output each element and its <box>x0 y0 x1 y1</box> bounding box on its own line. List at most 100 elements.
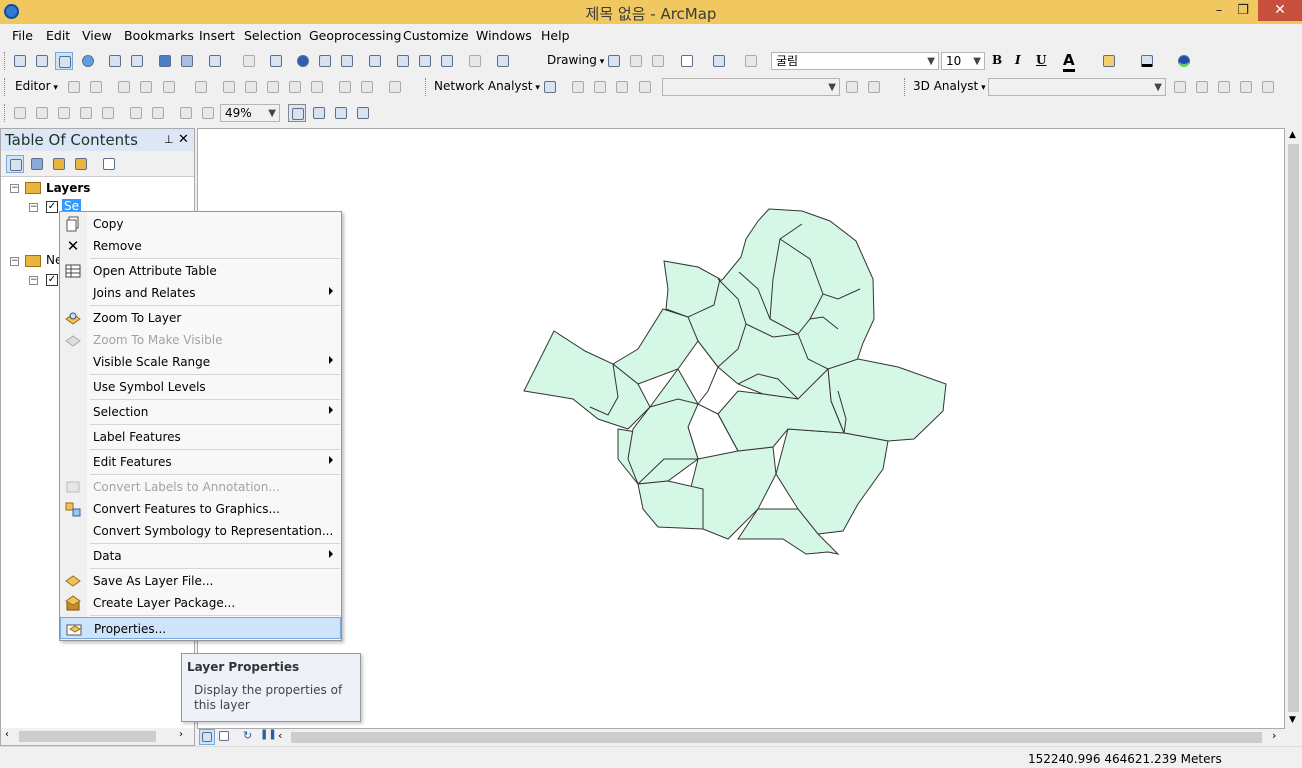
menu-item-create-layer-package[interactable]: Create Layer Package... <box>60 592 341 614</box>
edit-tool-icon[interactable] <box>65 78 83 96</box>
font-name-select[interactable]: 굴림 ▼ <box>771 52 939 70</box>
toc-horizontal-scrollbar[interactable]: ‹ › <box>1 728 194 745</box>
menu-item-convert-symbology-to-representation[interactable]: Convert Symbology to Representation... <box>60 520 341 542</box>
menu-item-label-features[interactable]: Label Features <box>60 426 341 448</box>
scroll-thumb[interactable] <box>1288 144 1299 712</box>
collapse-layer-toggle[interactable]: − <box>29 276 38 285</box>
toc-options-icon[interactable] <box>100 155 118 173</box>
attributes-icon[interactable] <box>336 78 354 96</box>
interpolate-line-icon[interactable] <box>1237 78 1255 96</box>
marker-color-icon[interactable] <box>1175 52 1193 70</box>
forward-extent-icon[interactable] <box>178 52 196 70</box>
menu-item-open-attribute-table[interactable]: Open Attribute Table <box>60 260 341 282</box>
menu-item-save-as-layer-file[interactable]: Save As Layer File... <box>60 570 341 592</box>
line-of-sight-icon[interactable] <box>1215 78 1233 96</box>
scroll-thumb[interactable] <box>291 732 1262 743</box>
edit-vertices-icon[interactable] <box>220 78 238 96</box>
scroll-down-icon[interactable]: ▼ <box>1289 715 1296 725</box>
underline-button[interactable]: U <box>1036 53 1046 67</box>
split-icon[interactable] <box>286 78 304 96</box>
straight-segment-icon[interactable] <box>115 78 133 96</box>
collapse-group-toggle[interactable]: − <box>10 257 19 266</box>
zoom-out-icon[interactable] <box>33 52 51 70</box>
menu-item-use-symbol-levels[interactable]: Use Symbol Levels <box>60 376 341 398</box>
list-by-visibility-icon[interactable] <box>50 155 68 173</box>
solve-icon[interactable] <box>613 78 631 96</box>
scroll-thumb[interactable] <box>19 731 156 742</box>
toolbar-grip[interactable] <box>4 52 7 70</box>
create-network-location-icon[interactable] <box>569 78 587 96</box>
select-elements-arrow-icon[interactable] <box>605 52 623 70</box>
list-by-selection-icon[interactable] <box>72 155 90 173</box>
restore-button[interactable]: ❐ <box>1231 2 1255 20</box>
sketch-properties-icon[interactable] <box>358 78 376 96</box>
zoom-100-icon[interactable] <box>77 104 95 122</box>
zoom-in-icon[interactable] <box>11 52 29 70</box>
seoul-district-map[interactable] <box>198 129 1286 730</box>
clear-selection-icon[interactable] <box>240 52 258 70</box>
data-driven-pages-icon[interactable] <box>354 104 372 122</box>
menu-item-convert-features-to-graphics[interactable]: Convert Features to Graphics... <box>60 498 341 520</box>
refresh-icon[interactable]: ↻ <box>243 729 252 742</box>
menu-item-zoom-to-layer[interactable]: Zoom To Layer <box>60 307 341 329</box>
hyperlink-icon[interactable] <box>316 52 334 70</box>
menu-windows[interactable]: Windows <box>476 28 532 43</box>
select-move-network-icon[interactable] <box>591 78 609 96</box>
font-color-button[interactable]: A <box>1063 51 1075 72</box>
select-features-icon[interactable] <box>206 52 224 70</box>
editor-menu[interactable]: Editor ▾ <box>15 79 58 93</box>
data-frame-layers[interactable]: Layers <box>46 181 90 195</box>
toolbar-grip[interactable] <box>4 78 7 96</box>
scroll-left-icon[interactable]: ‹ <box>278 729 282 742</box>
menu-item-properties[interactable]: Properties... <box>60 617 341 639</box>
menu-geoprocessing[interactable]: Geoprocessing <box>309 28 401 43</box>
menu-help[interactable]: Help <box>541 28 570 43</box>
layout-view-icon[interactable] <box>217 729 233 745</box>
network-analyst-menu[interactable]: Network Analyst ▾ <box>434 79 540 93</box>
menu-item-selection[interactable]: Selection <box>60 401 341 423</box>
pan-icon[interactable] <box>55 52 73 70</box>
layout-fixed-zoom-out-icon[interactable] <box>127 104 145 122</box>
zoom-whole-page-icon[interactable] <box>649 52 667 70</box>
find-route-icon[interactable] <box>416 52 434 70</box>
reshape-icon[interactable] <box>242 78 260 96</box>
rectangle-icon[interactable] <box>678 52 696 70</box>
layout-pan-icon[interactable] <box>55 104 73 122</box>
menu-file[interactable]: File <box>12 28 33 43</box>
select-elements-icon[interactable] <box>267 52 285 70</box>
toolbar-grip[interactable] <box>904 78 907 96</box>
layout-whole-page-icon[interactable] <box>149 104 167 122</box>
menu-item-convert-labels-to-annotation[interactable]: Convert Labels to Annotation... <box>60 476 341 498</box>
end-point-arc-icon[interactable] <box>137 78 155 96</box>
drawing-menu[interactable]: Drawing ▾ <box>547 53 604 67</box>
toolbar-grip[interactable] <box>425 78 428 96</box>
menu-bookmarks[interactable]: Bookmarks <box>124 28 194 43</box>
fixed-zoom-in-icon[interactable] <box>106 52 124 70</box>
identify-icon[interactable] <box>294 52 312 70</box>
layer-visibility-checkbox[interactable]: ✓ <box>46 274 58 286</box>
menu-item-visible-scale-range[interactable]: Visible Scale Range <box>60 351 341 373</box>
map-horizontal-scrollbar[interactable] <box>289 729 1264 746</box>
go-to-xy-icon[interactable] <box>438 52 456 70</box>
minimize-button[interactable]: – <box>1207 2 1231 20</box>
network-analyst-window-icon[interactable] <box>541 78 559 96</box>
italic-button[interactable]: I <box>1015 53 1021 67</box>
cut-polygons-icon[interactable] <box>264 78 282 96</box>
menu-selection[interactable]: Selection <box>244 28 302 43</box>
font-size-select[interactable]: 10 ▼ <box>941 52 985 70</box>
map-vertical-scrollbar[interactable]: ▲ ▼ <box>1285 128 1302 729</box>
html-popup-icon[interactable] <box>338 52 356 70</box>
new-text-icon[interactable] <box>710 52 728 70</box>
network-identify-icon[interactable] <box>865 78 883 96</box>
menu-customize[interactable]: Customize <box>403 28 469 43</box>
contour-icon[interactable] <box>1171 78 1189 96</box>
change-layout-icon[interactable] <box>332 104 350 122</box>
menu-item-copy[interactable]: Copy <box>60 213 341 235</box>
focus-data-frame-icon[interactable] <box>310 104 328 122</box>
rotate-icon[interactable] <box>627 52 645 70</box>
menu-view[interactable]: View <box>82 28 112 43</box>
collapse-layer-toggle[interactable]: − <box>29 203 38 212</box>
map-display[interactable] <box>197 128 1285 729</box>
splined-text-icon[interactable] <box>742 52 760 70</box>
toggle-draft-mode-icon[interactable] <box>288 104 306 122</box>
